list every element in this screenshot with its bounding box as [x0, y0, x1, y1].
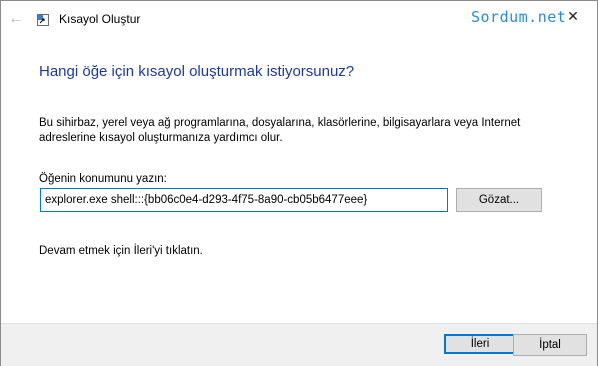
browse-button[interactable]: Gözat... — [456, 188, 542, 212]
back-arrow-icon[interactable]: ← — [7, 10, 25, 28]
location-field-label: Öğenin konumunu yazın: — [39, 173, 167, 185]
footer-bar: İleri İptal — [1, 323, 597, 366]
shortcut-wizard-window: ← Kısayol Oluştur Sordum.net ✕ Hangi öğe… — [0, 0, 598, 366]
next-button[interactable]: İleri — [444, 334, 516, 354]
close-icon[interactable]: ✕ — [549, 1, 597, 31]
shortcut-icon — [37, 14, 49, 26]
page-heading: Hangi öğe için kısayol oluşturmak istiyo… — [39, 63, 355, 80]
description-text: Bu sihirbaz, yerel veya ağ programlarına… — [39, 117, 521, 144]
titlebar: ← Kısayol Oluştur Sordum.net ✕ — [1, 1, 597, 37]
location-input[interactable] — [40, 188, 448, 212]
cancel-button[interactable]: İptal — [513, 334, 587, 356]
window-title: Kısayol Oluştur — [59, 12, 141, 26]
continue-hint: Devam etmek için İleri'yi tıklatın. — [39, 245, 203, 257]
